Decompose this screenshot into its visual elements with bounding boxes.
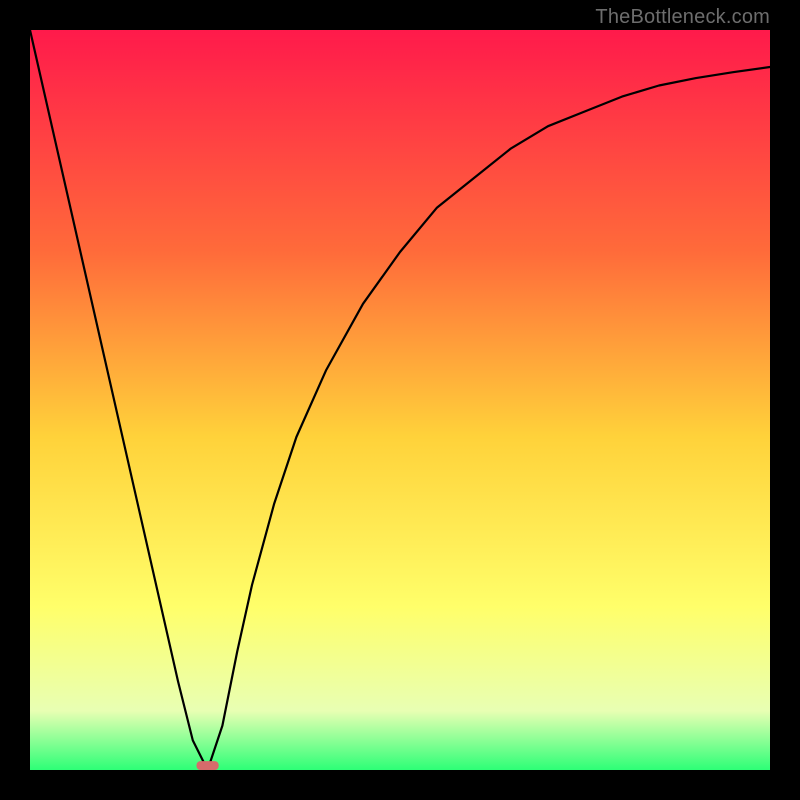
chart-plot bbox=[30, 30, 770, 770]
optimum-marker bbox=[197, 761, 219, 770]
gradient-background bbox=[30, 30, 770, 770]
chart-frame bbox=[30, 30, 770, 770]
attribution-label: TheBottleneck.com bbox=[595, 6, 770, 29]
